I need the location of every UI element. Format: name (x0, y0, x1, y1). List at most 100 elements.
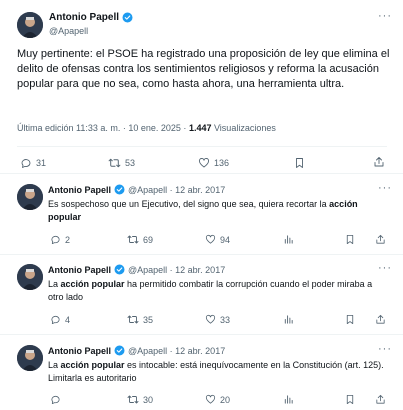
reply-header: Antonio Papell @Apapell · 12 abr. 2017 (48, 345, 225, 356)
share-button[interactable] (375, 394, 386, 405)
author-name[interactable]: Antonio Papell (48, 346, 111, 356)
like-button[interactable]: 33 (205, 314, 230, 325)
author-name[interactable]: Antonio Papell (49, 12, 133, 23)
avatar[interactable] (17, 12, 43, 38)
reply-icon (51, 395, 60, 405)
retweet-icon (127, 235, 139, 244)
like-button[interactable]: 136 (198, 157, 229, 169)
bookmark-button[interactable] (345, 314, 355, 325)
reply-header: Antonio Papell @Apapell · 12 abr. 2017 (48, 264, 225, 275)
reply-button[interactable]: 2 (50, 234, 70, 245)
views-button[interactable] (283, 234, 294, 245)
reply-count: 2 (65, 234, 71, 245)
reply-tweet: Antonio Papell @Apapell · 12 abr. 2017 ·… (0, 343, 403, 410)
reply-count: 4 (65, 314, 71, 325)
retweet-count: 69 (143, 234, 154, 245)
like-count: 94 (220, 234, 231, 245)
views-icon (284, 315, 293, 324)
author-name[interactable]: Antonio Papell (48, 265, 111, 275)
like-icon (199, 158, 209, 168)
handle-date[interactable]: @Apapell · 12 abr. 2017 (128, 265, 225, 275)
like-icon (205, 394, 216, 404)
text-segment: La (48, 279, 61, 289)
retweet-count: 35 (143, 314, 154, 325)
like-icon (205, 314, 216, 324)
retweet-icon (127, 315, 139, 324)
handle-date[interactable]: @Apapell · 12 abr. 2017 (128, 346, 225, 356)
retweet-button[interactable]: 69 (127, 234, 153, 245)
retweet-count: 53 (125, 158, 136, 168)
views-button[interactable] (283, 314, 294, 325)
avatar[interactable] (17, 345, 43, 371)
reply-count: 31 (36, 158, 47, 168)
reply-button[interactable]: 31 (20, 157, 46, 169)
like-button[interactable]: 20 (205, 394, 230, 405)
verified-badge-icon (114, 264, 125, 275)
like-count: 136 (214, 158, 230, 168)
divider (0, 254, 403, 255)
author-name-text[interactable]: Antonio Papell (49, 12, 119, 23)
retweet-button[interactable]: 53 (108, 157, 135, 169)
reply-tweet: Antonio Papell @Apapell · 12 abr. 2017 ·… (0, 262, 403, 334)
retweet-button[interactable]: 30 (127, 394, 153, 405)
share-button[interactable] (373, 156, 385, 168)
reply-button[interactable] (50, 394, 61, 405)
reply-header: Antonio Papell @Apapell · 12 abr. 2017 (48, 184, 225, 195)
retweet-icon (108, 158, 121, 168)
tweet-text: La acción popular es intocable: está ine… (48, 359, 388, 385)
views-button[interactable] (283, 394, 294, 405)
divider (0, 173, 403, 174)
bookmark-icon (346, 314, 354, 325)
highlight-text: acción popular (60, 360, 125, 370)
share-icon (376, 394, 385, 404)
tweet-meta: Última edición 11:33 a. m. · 10 ene. 202… (17, 123, 276, 133)
author-handle[interactable]: @Apapell (49, 26, 88, 36)
divider (17, 146, 387, 147)
like-button[interactable]: 94 (205, 234, 230, 245)
handle-date[interactable]: @Apapell · 12 abr. 2017 (128, 185, 225, 195)
views-count: 1.447 (188, 123, 212, 133)
reply-icon (51, 315, 60, 325)
like-icon (205, 234, 216, 244)
verified-badge-icon (122, 12, 133, 23)
tweet-text: Muy pertinente: el PSOE ha registrado un… (17, 48, 390, 90)
bookmark-icon (296, 158, 303, 168)
verified-badge-icon (114, 184, 125, 195)
more-icon[interactable]: ··· (378, 262, 392, 274)
tweet-text: La acción popular ha permitido combatir … (48, 278, 388, 304)
tweet-text: Es sospechoso que un Ejecutivo, del sign… (48, 198, 388, 224)
avatar[interactable] (17, 264, 43, 290)
share-icon (376, 314, 385, 324)
text-segment: Es sospechoso que un Ejecutivo, del sign… (48, 199, 330, 209)
text-segment: La (48, 360, 61, 370)
reply-tweet: Antonio Papell @Apapell · 12 abr. 2017 ·… (0, 182, 403, 254)
divider (0, 334, 403, 335)
views-icon (284, 395, 293, 404)
bookmark-button[interactable] (345, 394, 355, 405)
share-icon (376, 234, 385, 244)
views-label: Visualizaciones (211, 123, 276, 133)
share-button[interactable] (375, 234, 386, 245)
share-icon (374, 157, 384, 167)
retweet-button[interactable]: 35 (127, 314, 153, 325)
more-icon[interactable]: ··· (378, 343, 392, 355)
bookmark-button[interactable] (294, 157, 305, 169)
like-count: 20 (220, 394, 231, 405)
bookmark-icon (346, 394, 354, 405)
retweet-count: 30 (143, 394, 154, 405)
share-button[interactable] (375, 314, 386, 325)
more-icon[interactable]: ··· (378, 10, 392, 22)
author-name[interactable]: Antonio Papell (48, 185, 111, 195)
reply-icon (21, 159, 31, 168)
views-icon (284, 235, 293, 244)
main-tweet: Antonio Papell @Apapell ··· Muy pertinen… (0, 0, 403, 171)
more-icon[interactable]: ··· (378, 182, 392, 194)
like-count: 33 (220, 314, 231, 325)
bookmark-button[interactable] (345, 234, 355, 245)
avatar[interactable] (17, 184, 43, 210)
bookmark-icon (346, 234, 354, 245)
retweet-icon (127, 395, 139, 404)
highlight-text: acción popular (60, 279, 125, 289)
edit-timestamp[interactable]: Última edición 11:33 a. m. · 10 ene. 202… (17, 123, 189, 133)
reply-button[interactable]: 4 (50, 314, 70, 325)
